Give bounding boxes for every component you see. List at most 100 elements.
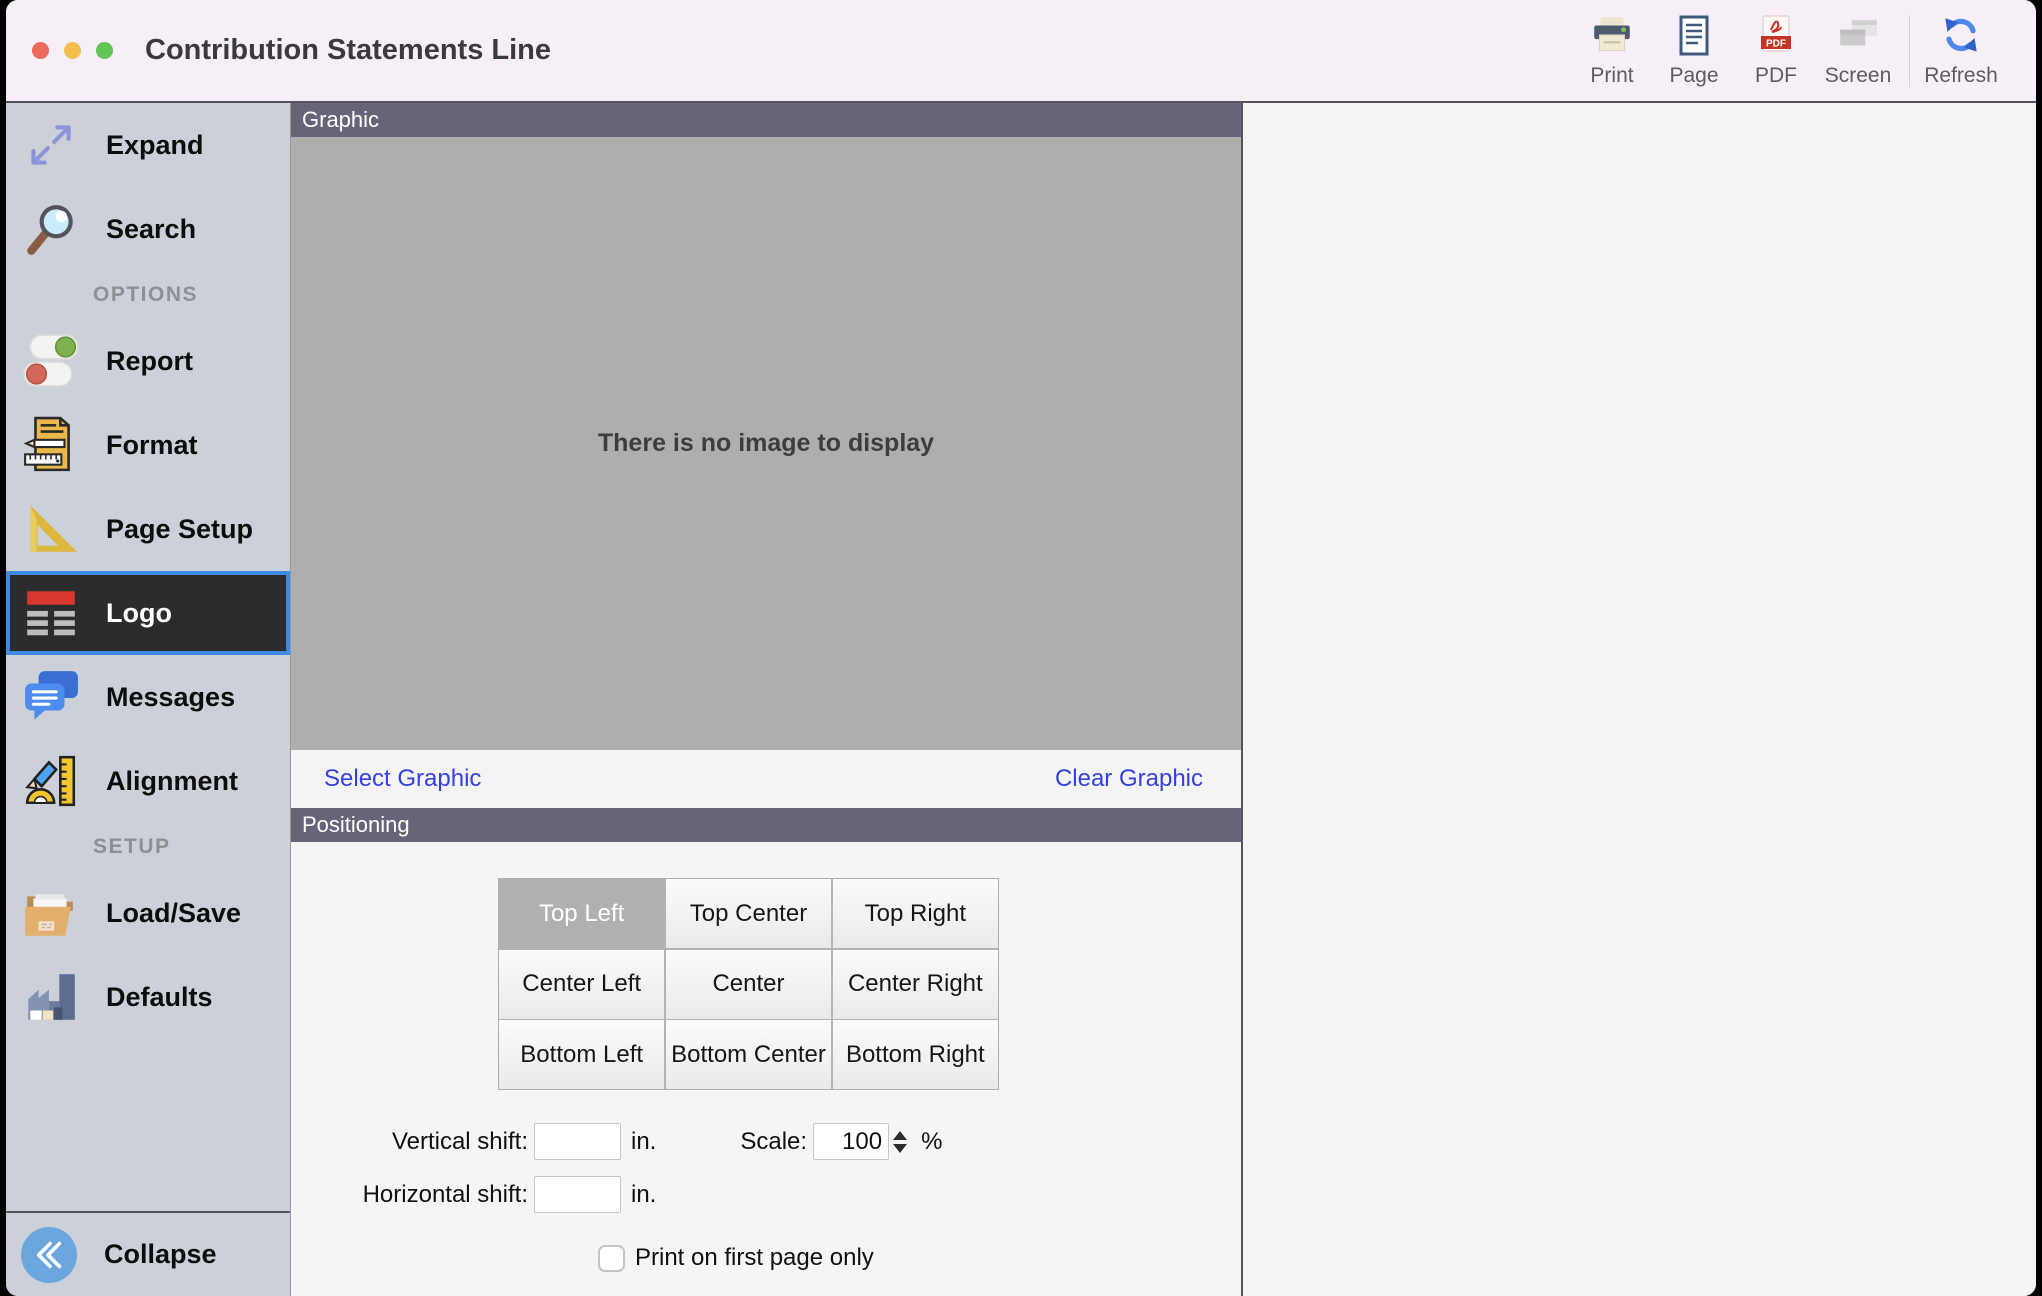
- collapse-label: Collapse: [104, 1239, 217, 1270]
- first-page-checkbox[interactable]: [598, 1245, 625, 1272]
- graphic-links-row: Select Graphic Clear Graphic: [291, 750, 1241, 808]
- position-top-left[interactable]: Top Left: [499, 879, 664, 948]
- sidebar-item-defaults[interactable]: Defaults: [6, 955, 290, 1039]
- sidebar-item-alignment[interactable]: Alignment: [6, 739, 290, 823]
- svg-text:PDF: PDF: [1766, 39, 1786, 50]
- sidebar-item-label: Logo: [106, 598, 172, 629]
- sidebar-item-logo[interactable]: Logo: [6, 571, 290, 655]
- screen-icon: [1835, 13, 1881, 59]
- sidebar-item-page-setup[interactable]: Page Setup: [6, 487, 290, 571]
- window-title: Contribution Statements Line: [145, 34, 551, 67]
- position-bottom-left[interactable]: Bottom Left: [499, 1020, 664, 1089]
- pdf-label: PDF: [1755, 64, 1797, 88]
- position-grid: Top Left Top Center Top Right Center Lef…: [498, 878, 999, 1090]
- search-icon: [22, 200, 80, 258]
- position-top-center[interactable]: Top Center: [666, 879, 831, 948]
- pdf-button[interactable]: PDF PDF: [1735, 13, 1817, 88]
- first-page-checkbox-label: Print on first page only: [635, 1244, 874, 1272]
- horizontal-shift-input[interactable]: [534, 1176, 621, 1213]
- vertical-shift-label: Vertical shift:: [291, 1128, 528, 1156]
- no-image-message: There is no image to display: [598, 429, 934, 458]
- vertical-shift-input[interactable]: [534, 1123, 621, 1160]
- sidebar-item-load-save[interactable]: Load/Save: [6, 871, 290, 955]
- stepper-up-icon[interactable]: [893, 1131, 907, 1140]
- set-square-icon: [22, 500, 80, 558]
- expand-icon: [22, 116, 80, 174]
- messages-icon: [22, 668, 80, 726]
- first-page-row: Print on first page only: [598, 1244, 1241, 1272]
- sidebar-item-label: Search: [106, 214, 196, 245]
- refresh-icon: [1938, 13, 1984, 59]
- report-preview-area: [1243, 103, 2036, 1296]
- vertical-shift-row: Vertical shift: in. Scale: %: [291, 1123, 1241, 1160]
- title-bar: Contribution Statements Line Print: [6, 0, 2036, 103]
- scale-input[interactable]: [813, 1123, 889, 1160]
- position-center-right[interactable]: Center Right: [833, 950, 998, 1019]
- logo-icon: [22, 584, 80, 642]
- app-body: Expand Search OPTIONS: [6, 103, 2036, 1296]
- close-window-button[interactable]: [32, 42, 49, 59]
- screen-button[interactable]: Screen: [1817, 13, 1899, 88]
- app-window: Contribution Statements Line Print: [6, 0, 2036, 1296]
- toolbar: Print Page: [1571, 13, 2036, 88]
- horizontal-shift-unit: in.: [631, 1181, 656, 1209]
- screen-label: Screen: [1825, 64, 1892, 88]
- scale-stepper[interactable]: [893, 1131, 907, 1153]
- horizontal-shift-row: Horizontal shift: in.: [291, 1176, 1241, 1213]
- scale-label: Scale:: [740, 1128, 807, 1156]
- scale-unit: %: [921, 1128, 942, 1156]
- folder-icon: [22, 884, 80, 942]
- pdf-icon: PDF: [1754, 13, 1798, 59]
- print-label: Print: [1590, 64, 1633, 88]
- sidebar-section-setup: SETUP: [6, 823, 290, 871]
- horizontal-shift-label: Horizontal shift:: [291, 1181, 528, 1209]
- logo-editor-panel: Graphic There is no image to display Sel…: [290, 103, 1243, 1296]
- position-bottom-right[interactable]: Bottom Right: [833, 1020, 998, 1089]
- page-label: Page: [1669, 64, 1718, 88]
- page-icon: [1672, 13, 1716, 59]
- page-button[interactable]: Page: [1653, 13, 1735, 88]
- defaults-icon: [22, 968, 80, 1026]
- sidebar-item-search[interactable]: Search: [6, 187, 290, 271]
- position-top-right[interactable]: Top Right: [833, 879, 998, 948]
- sidebar-item-report[interactable]: Report: [6, 319, 290, 403]
- print-icon: [1589, 13, 1635, 59]
- graphic-preview-area: There is no image to display: [291, 137, 1241, 750]
- sidebar-item-messages[interactable]: Messages: [6, 655, 290, 739]
- sidebar-item-expand[interactable]: Expand: [6, 103, 290, 187]
- sidebar: Expand Search OPTIONS: [6, 103, 290, 1296]
- collapse-icon: [20, 1226, 78, 1284]
- alignment-icon: [22, 752, 80, 810]
- vertical-shift-unit: in.: [631, 1128, 656, 1156]
- minimize-window-button[interactable]: [64, 42, 81, 59]
- sidebar-item-label: Page Setup: [106, 514, 253, 545]
- sidebar-item-label: Expand: [106, 130, 204, 161]
- print-button[interactable]: Print: [1571, 13, 1653, 88]
- sidebar-list: Expand Search OPTIONS: [6, 103, 290, 1211]
- sidebar-item-label: Messages: [106, 682, 235, 713]
- position-center[interactable]: Center: [666, 950, 831, 1019]
- sidebar-collapse-button[interactable]: Collapse: [6, 1211, 290, 1296]
- toolbar-separator: [1909, 15, 1910, 87]
- graphic-section-header: Graphic: [291, 103, 1241, 137]
- toggles-icon: [22, 332, 80, 390]
- positioning-section-header: Positioning: [291, 808, 1241, 842]
- sidebar-item-label: Defaults: [106, 982, 213, 1013]
- sidebar-item-label: Alignment: [106, 766, 238, 797]
- select-graphic-link[interactable]: Select Graphic: [324, 765, 481, 793]
- positioning-panel: Top Left Top Center Top Right Center Lef…: [291, 842, 1241, 1296]
- position-bottom-center[interactable]: Bottom Center: [666, 1020, 831, 1089]
- sidebar-item-label: Load/Save: [106, 898, 241, 929]
- sidebar-section-options: OPTIONS: [6, 271, 290, 319]
- refresh-label: Refresh: [1924, 64, 1998, 88]
- stepper-down-icon[interactable]: [893, 1144, 907, 1153]
- sidebar-item-format[interactable]: Format: [6, 403, 290, 487]
- traffic-lights: [32, 42, 113, 59]
- position-center-left[interactable]: Center Left: [499, 950, 664, 1019]
- refresh-button[interactable]: Refresh: [1920, 13, 2002, 88]
- zoom-window-button[interactable]: [96, 42, 113, 59]
- clear-graphic-link[interactable]: Clear Graphic: [1055, 765, 1203, 793]
- format-icon: [22, 416, 80, 474]
- sidebar-item-label: Report: [106, 346, 193, 377]
- positioning-section-title: Positioning: [302, 812, 410, 838]
